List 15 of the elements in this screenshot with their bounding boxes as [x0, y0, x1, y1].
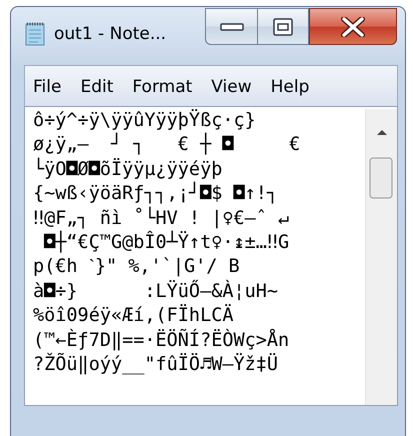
close-button[interactable]: [309, 8, 397, 45]
maximize-button[interactable]: [257, 8, 309, 45]
window-title: out1 - Note...: [54, 24, 166, 44]
notepad-icon: [24, 22, 46, 46]
maximize-icon: [273, 18, 293, 36]
text-area[interactable]: [24, 106, 398, 406]
document-text: ô÷ý^÷ÿ\ÿÿûYÿÿþŸßç·ç} ø¿ÿ„– ┘ ┐ € ┼ ◘ € └ÿO◘Ø◘õÏÿÿµ¿ÿÿéÿþ {~wß‹ÿöäRƒ┐┐,¡┘◘$ ◘↑!┐ ‼@F„┐ ñì ˚└HV ! |♀€–ˆ ↵ ◘┼“€Ç™G@bÎ0┴Ÿ↑t♀·↨±…‼G p(€h ˋ}" %,'`|G'/ B à◘÷} :LŸüŐ–&À¦uH~ %öî09éÿ«Æí,(FÏhLCÄ (™←Èƒ7D‖==·ËÖÑÍ?ËÒWç>Ån ?ŽÕü‖oýý__"fûÏÖ♬W–Ÿž‡Ü: [32, 109, 302, 378]
menu-item[interactable]: File: [27, 72, 74, 102]
menu-item[interactable]: Help: [264, 72, 322, 102]
close-icon: [340, 16, 366, 36]
menu-item[interactable]: View: [205, 72, 265, 102]
minimize-icon: [220, 22, 244, 32]
menu-item[interactable]: Edit: [74, 72, 126, 102]
menu-item[interactable]: Format: [126, 72, 206, 102]
minimize-button[interactable]: [205, 8, 257, 45]
